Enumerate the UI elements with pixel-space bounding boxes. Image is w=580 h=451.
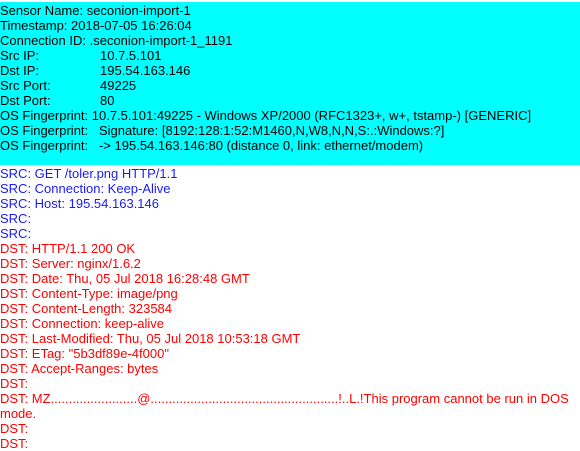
dst-line: DST: — [0, 436, 29, 451]
field-value: 49225 — [100, 78, 137, 93]
field-value: 195.54.163.146 — [100, 63, 191, 78]
src-line: SRC: — [0, 226, 32, 241]
src-line: SRC: Connection: Keep-Alive — [0, 181, 171, 196]
field-label: Dst Port: — [0, 93, 51, 108]
dst-line: DST: Server: nginx/1.6.2 — [0, 256, 141, 271]
connection-id: Connection ID: .seconion-import-1_1191 — [0, 33, 233, 48]
src-port-row: Src Port: 49225 — [0, 78, 580, 93]
dst-line: DST: HTTP/1.1 200 OK — [0, 241, 136, 256]
dst-line: DST: ETag: "5b3df89e-4f000" — [0, 346, 169, 361]
src-line: SRC: — [0, 211, 32, 226]
transcript: SRC: GET /toler.png HTTP/1.1 SRC: Connec… — [0, 165, 580, 451]
session-header: Sensor Name: seconion-import-1 Timestamp… — [0, 2, 580, 165]
dst-line: DST: Content-Length: 323584 — [0, 301, 173, 316]
field-value: 10.7.5.101 — [100, 48, 162, 63]
dst-line: DST: Accept-Ranges: bytes — [0, 361, 159, 376]
src-line: SRC: Host: 195.54.163.146 — [0, 196, 159, 211]
timestamp: Timestamp: 2018-07-05 16:26:04 — [0, 18, 192, 33]
dst-line: DST: — [0, 376, 29, 391]
src-line: SRC: GET /toler.png HTTP/1.1 — [0, 166, 178, 181]
os-fingerprint: OS Fingerprint: 10.7.5.101:49225 - Windo… — [0, 108, 532, 123]
src-ip-row: Src IP: 10.7.5.101 — [0, 48, 580, 63]
dst-ip-row: Dst IP: 195.54.163.146 — [0, 63, 580, 78]
os-fingerprint: OS Fingerprint: Signature: [8192:128:1:5… — [0, 123, 445, 138]
field-label: Dst IP: — [0, 63, 40, 78]
dst-line: DST: — [0, 421, 29, 436]
dst-port-row: Dst Port: 80 — [0, 93, 580, 108]
field-value: 80 — [100, 93, 115, 108]
dst-line: DST: Last-Modified: Thu, 05 Jul 2018 10:… — [0, 331, 301, 346]
dst-line: DST: Connection: keep-alive — [0, 316, 165, 331]
sensor-name: Sensor Name: seconion-import-1 — [0, 3, 191, 18]
dst-line: DST: Content-Type: image/png — [0, 286, 178, 301]
dst-line: DST: MZ........................@........… — [0, 391, 569, 421]
os-fingerprint: OS Fingerprint: -> 195.54.163.146:80 (di… — [0, 138, 424, 153]
field-label: Src IP: — [0, 48, 40, 63]
dst-line: DST: Date: Thu, 05 Jul 2018 16:28:48 GMT — [0, 271, 250, 286]
field-label: Src Port: — [0, 78, 51, 93]
